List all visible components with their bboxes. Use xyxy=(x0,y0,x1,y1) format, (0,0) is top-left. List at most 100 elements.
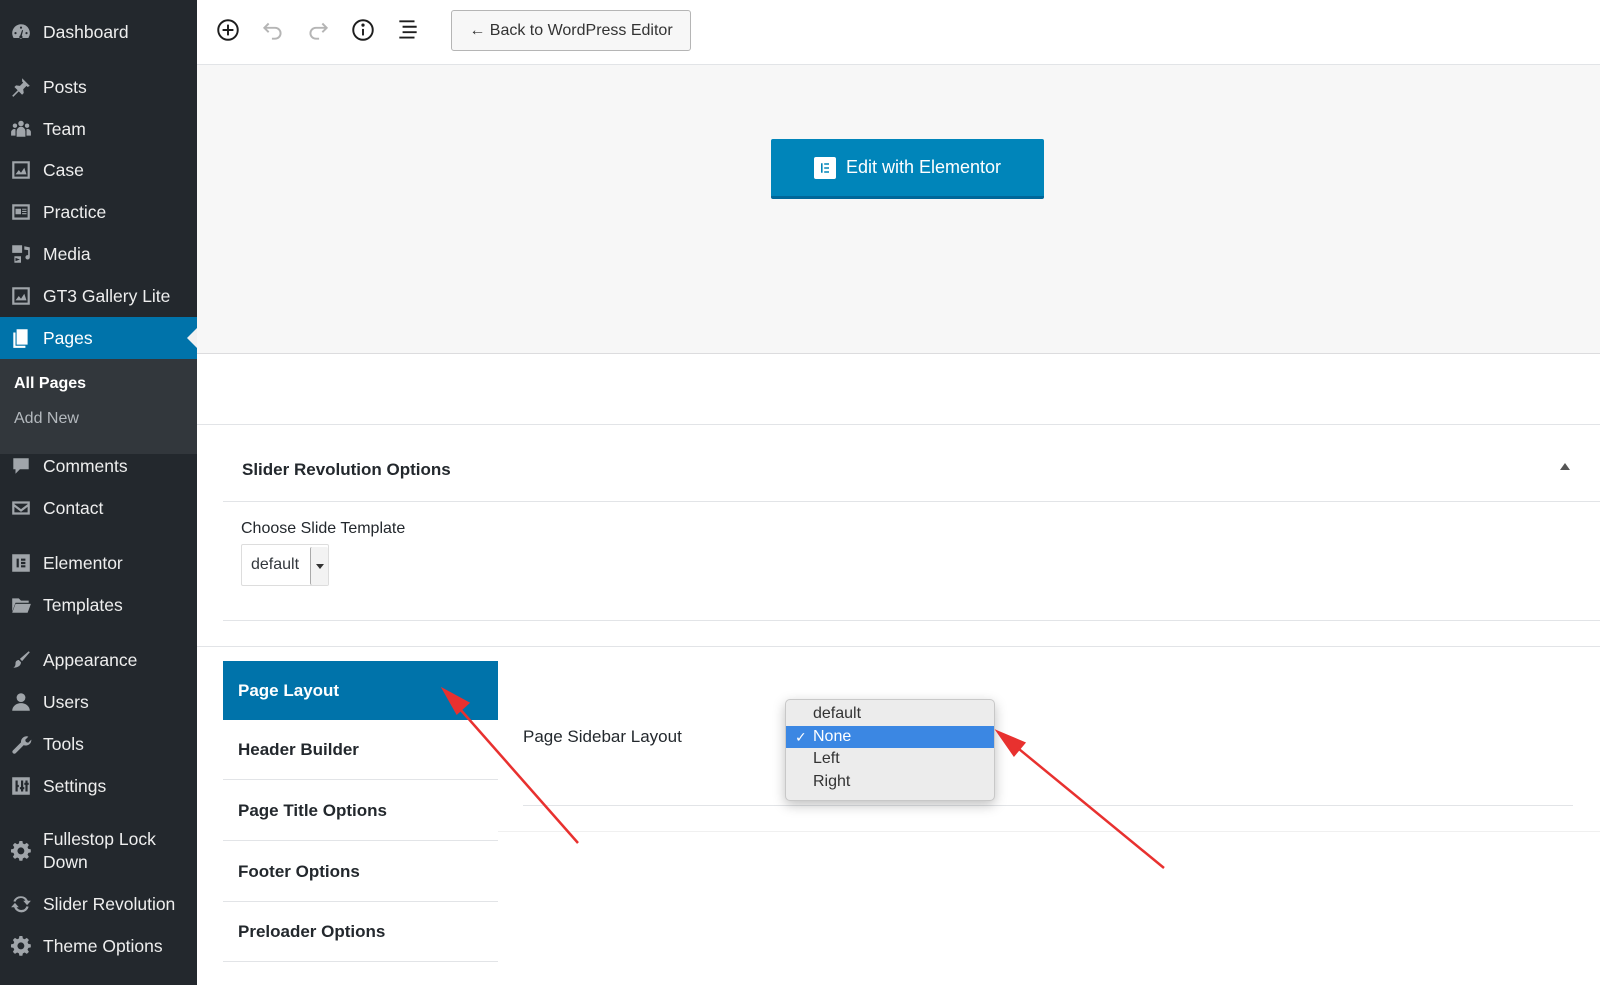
undo-icon[interactable] xyxy=(259,16,287,44)
sidebar-item-label: Practice xyxy=(43,201,107,222)
sidebar-item-theme-options[interactable]: Theme Options xyxy=(0,925,197,967)
pages-icon xyxy=(10,327,32,349)
dropdown-option-default[interactable]: default xyxy=(786,703,994,726)
sidebar-item-label: Media xyxy=(43,243,91,264)
sidebar-item-posts[interactable]: Posts xyxy=(0,66,197,108)
admin-sidebar: Dashboard Posts Team Case Practice Media xyxy=(0,0,197,985)
sidebar-item-label: Comments xyxy=(43,455,128,476)
pin-icon xyxy=(10,76,32,98)
slide-template-select[interactable]: default xyxy=(241,544,329,586)
user-icon xyxy=(10,691,32,713)
sidebar-item-elementor[interactable]: Elementor xyxy=(0,542,197,584)
option-label: Right xyxy=(813,772,851,790)
sidebar-item-label: Dashboard xyxy=(43,21,129,42)
arrow-to-dropdown xyxy=(994,729,1165,869)
choose-slide-template-label: Choose Slide Template xyxy=(241,520,406,537)
checkmark-icon: ✓ xyxy=(795,728,807,745)
edit-with-elementor-button[interactable]: Edit with Elementor xyxy=(771,139,1044,199)
sidebar-item-tools[interactable]: Tools xyxy=(0,723,197,765)
mail-icon xyxy=(10,497,32,519)
tab-header-builder[interactable]: Header Builder xyxy=(223,720,498,780)
gear-icon xyxy=(10,935,32,957)
sidebar-item-label: Team xyxy=(43,118,86,139)
sidebar-item-label: Posts xyxy=(43,76,87,97)
elementor-panel: Edit with Elementor xyxy=(197,65,1600,354)
active-pointer xyxy=(187,328,197,348)
divider xyxy=(223,501,1600,502)
block-navigation-icon[interactable] xyxy=(394,16,422,44)
chevron-down-icon xyxy=(310,547,328,585)
sidebar-item-templates[interactable]: Templates xyxy=(0,584,197,626)
collapse-toggle-icon[interactable] xyxy=(1560,463,1570,470)
team-icon xyxy=(10,118,32,140)
add-block-icon[interactable] xyxy=(214,16,242,44)
sidebar-item-slider-revolution[interactable]: Slider Revolution xyxy=(0,883,197,925)
refresh-icon xyxy=(10,893,32,915)
submenu-add-new[interactable]: Add New xyxy=(14,410,79,428)
sidebar-item-gt3-gallery[interactable]: GT3 Gallery Lite xyxy=(0,275,197,317)
back-to-wordpress-editor-button[interactable]: ← Back to WordPress Editor xyxy=(451,10,691,51)
sidebar-item-comments[interactable]: Comments xyxy=(0,445,197,487)
submenu-all-pages[interactable]: All Pages xyxy=(14,375,86,393)
sidebar-item-pages[interactable]: Pages xyxy=(0,317,197,359)
folder-icon xyxy=(10,594,32,616)
sidebar-item-label-line2: Down xyxy=(43,852,88,872)
comment-icon xyxy=(10,455,32,477)
sidebar-item-contact[interactable]: Contact xyxy=(0,487,197,529)
sidebar-item-label: Contact xyxy=(43,497,104,518)
sidebar-item-label: Pages xyxy=(43,327,93,348)
redo-icon[interactable] xyxy=(304,16,332,44)
info-icon[interactable] xyxy=(349,16,377,44)
slider-revolution-title: Slider Revolution Options xyxy=(242,460,451,479)
tab-preloader-options[interactable]: Preloader Options xyxy=(223,902,498,962)
page-sidebar-layout-label: Page Sidebar Layout xyxy=(523,727,682,746)
sidebar-item-label: Templates xyxy=(43,594,123,615)
option-label: None xyxy=(813,727,852,745)
sidebar-item-label: Users xyxy=(43,691,89,712)
sidebar-item-settings[interactable]: Settings xyxy=(0,765,197,807)
divider xyxy=(223,620,1600,621)
sidebar-item-label: Tools xyxy=(43,733,84,754)
option-label: default xyxy=(813,705,862,722)
page-sidebar-layout-dropdown[interactable]: default ✓ None Left Right xyxy=(785,699,995,801)
sidebar-item-label: Theme Options xyxy=(43,935,163,956)
sidebar-item-team[interactable]: Team xyxy=(0,108,197,150)
tab-page-title-options[interactable]: Page Title Options xyxy=(223,781,498,841)
slider-revolution-options-box: Slider Revolution Options Choose Slide T… xyxy=(223,425,1600,621)
divider xyxy=(523,805,1573,806)
sidebar-item-users[interactable]: Users xyxy=(0,681,197,723)
elementor-icon xyxy=(10,552,32,574)
tab-footer-options[interactable]: Footer Options xyxy=(223,842,498,902)
dashboard-icon xyxy=(10,21,32,43)
tab-page-layout[interactable]: Page Layout xyxy=(223,661,498,720)
sidebar-item-dashboard[interactable]: Dashboard xyxy=(0,11,197,53)
brush-icon xyxy=(10,649,32,671)
id-card-icon xyxy=(10,201,32,223)
sidebar-item-appearance[interactable]: Appearance xyxy=(0,639,197,681)
sidebar-item-media[interactable]: Media xyxy=(0,233,197,275)
settings-icon xyxy=(10,775,32,797)
option-label: Left xyxy=(813,750,840,767)
media-icon xyxy=(10,243,32,265)
sidebar-item-label: Fullestop Lock xyxy=(43,829,156,849)
editor-toolbar: ← Back to WordPress Editor xyxy=(197,0,1600,65)
dropdown-option-right[interactable]: Right xyxy=(786,771,994,794)
dropdown-option-left[interactable]: Left xyxy=(786,748,994,771)
sidebar-item-label: Appearance xyxy=(43,649,138,670)
pages-submenu: All Pages Add New xyxy=(0,359,197,454)
slide-template-value: default xyxy=(251,556,300,573)
elementor-logo-icon xyxy=(813,156,836,179)
divider xyxy=(498,831,1600,832)
sidebar-item-label: GT3 Gallery Lite xyxy=(43,285,171,306)
sidebar-item-label: Case xyxy=(43,159,84,180)
edit-with-elementor-label: Edit with Elementor xyxy=(845,157,1002,177)
sidebar-item-case[interactable]: Case xyxy=(0,149,197,191)
sidebar-item-practice[interactable]: Practice xyxy=(0,191,197,233)
gallery-icon xyxy=(10,285,32,307)
sidebar-item-label: Elementor xyxy=(43,552,123,573)
sidebar-item-label: Settings xyxy=(43,775,107,796)
sidebar-item-fullestop-lock-down[interactable]: Fullestop Lock Down xyxy=(0,826,197,876)
dropdown-option-none[interactable]: ✓ None xyxy=(786,725,994,748)
sidebar-item-label: Slider Revolution xyxy=(43,893,176,914)
gear-icon xyxy=(10,840,32,862)
